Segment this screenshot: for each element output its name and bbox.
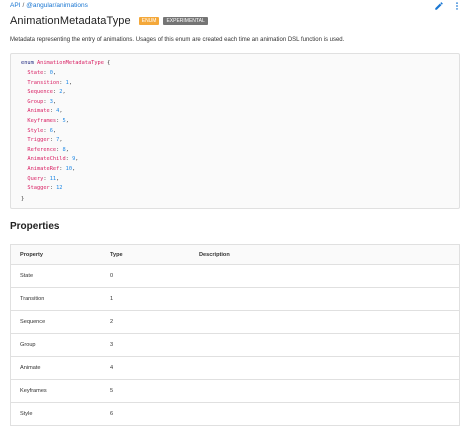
code-member-name: Style (27, 127, 44, 134)
code-line-member: Stagger: 12 (27, 185, 63, 192)
code-line-member: Style: 6, (27, 127, 57, 134)
enum-badge: ENUM (138, 17, 160, 25)
table-row: Group 3 (11, 334, 459, 357)
code-line-member: Reference: 8, (27, 146, 69, 153)
experimental-badge: EXPERIMENTAL (163, 17, 208, 25)
property-name: Group (20, 342, 36, 348)
code-line-close: } (21, 196, 24, 202)
table-row: Keyframes 5 (11, 380, 459, 403)
code-member-name: AnimateRef (27, 166, 60, 172)
code-line-member: Transition: 1, (27, 79, 73, 86)
table-row: Animate 4 (11, 357, 459, 380)
code-member-name: Query (27, 175, 44, 182)
code-member-name: Transition (27, 79, 60, 86)
property-type: 5 (110, 388, 114, 394)
title-row: AnimationMetadataType ENUM EXPERIMENTAL (10, 13, 208, 29)
property-type: 6 (110, 411, 114, 417)
page-title: AnimationMetadataType (10, 15, 131, 27)
breadcrumb: API / @angular/animations (10, 2, 88, 9)
code-line-member: Sequence: 2, (27, 89, 66, 96)
code-type-name: AnimationMetadataType (36, 60, 104, 66)
code-line-declaration: enum AnimationMetadataType { (21, 60, 110, 66)
code-block: enum AnimationMetadataType { } State: 0,… (10, 53, 460, 209)
code-line-member: AnimateChild: 9, (27, 156, 79, 163)
section-title-properties: Properties (10, 221, 60, 232)
code-member-name: Stagger (27, 185, 50, 192)
code-line-member: Keyframes: 5, (27, 118, 69, 124)
code-line-member: Trigger: 7, (27, 137, 63, 144)
property-type: 3 (110, 342, 114, 348)
more-vert-icon[interactable] (452, 1, 462, 11)
table-row: State 0 (11, 265, 459, 288)
code-member-name: Group (27, 98, 44, 105)
property-name: State (20, 273, 34, 279)
breadcrumb-separator: / (22, 2, 25, 9)
code-line-member: Group: 3, (27, 98, 57, 105)
code-line-member: State: 0, (27, 70, 57, 76)
code-member-name: Trigger (27, 137, 50, 144)
property-name: Style (20, 411, 33, 417)
code-member-name: Animate (27, 108, 50, 115)
code-member-name: Reference (27, 146, 57, 153)
code-line-member: AnimateRef: 10, (27, 166, 76, 172)
property-name: Animate (20, 365, 41, 371)
table-row: Style 6 (11, 403, 459, 426)
description: Metadata representing the entry of anima… (10, 37, 345, 43)
code-member-name: AnimateChild (27, 156, 66, 163)
code-line-member: Query: 11, (27, 175, 60, 182)
code-member-value: 12 (56, 185, 63, 192)
breadcrumb-link-api[interactable]: API (10, 2, 20, 9)
code-line-member: Animate: 4, (27, 108, 63, 115)
code-close-brace: } (21, 196, 25, 202)
header-type: Type (110, 251, 123, 258)
table-row: Transition 1 (11, 288, 459, 311)
properties-table: Property Type Description State 0 Transiti… (10, 244, 460, 426)
breadcrumb-link-package[interactable]: @angular/animations (26, 2, 88, 9)
code-member-name: Sequence (27, 89, 53, 96)
property-name: Keyframes (20, 388, 47, 394)
table-header-row: Property Type Description (11, 245, 459, 265)
property-type: 4 (110, 365, 114, 371)
header-property: Property (20, 251, 44, 258)
pencil-icon[interactable] (434, 1, 444, 11)
property-type: 1 (110, 296, 114, 302)
header-description: Description (199, 251, 230, 258)
code-member-name: Keyframes (27, 118, 57, 124)
code-open-brace: { (107, 60, 111, 66)
property-name: Sequence (20, 319, 46, 325)
code-member-name: State (27, 70, 44, 76)
code-keyword: enum (21, 60, 34, 66)
property-type: 2 (110, 319, 114, 325)
property-name: Transition (20, 296, 45, 302)
property-type: 0 (110, 273, 114, 279)
table-row: Sequence 2 (11, 311, 459, 334)
